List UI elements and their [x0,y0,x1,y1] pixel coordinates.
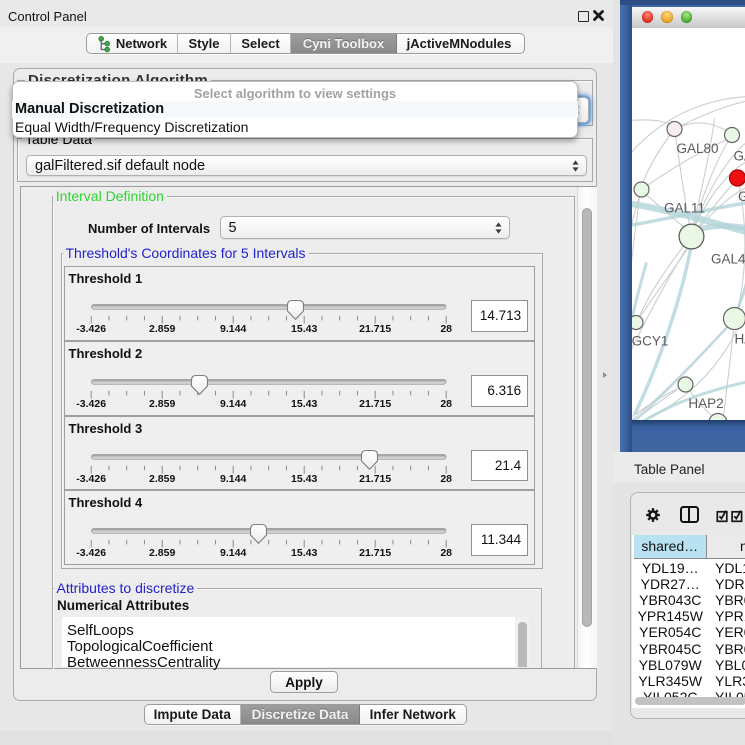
svg-text:-3.426: -3.426 [76,323,106,335]
svg-text:28: 28 [440,473,452,485]
svg-text:2.859: 2.859 [149,473,175,485]
svg-text:15.43: 15.43 [291,398,317,410]
svg-text:21.715: 21.715 [359,473,391,485]
svg-text:2.859: 2.859 [149,323,175,335]
svg-text:HAP2: HAP2 [688,396,723,411]
svg-text:9.144: 9.144 [220,323,246,335]
svg-text:GA: GA [733,148,745,163]
svg-text:2.859: 2.859 [149,547,175,559]
svg-text:GCY1: GCY1 [632,333,668,348]
svg-text:21.715: 21.715 [359,323,391,335]
svg-text:9.144: 9.144 [220,547,246,559]
svg-text:-3.426: -3.426 [76,547,106,559]
svg-text:HAP1: HAP1 [734,331,745,346]
svg-text:28: 28 [440,398,452,410]
svg-text:28: 28 [440,323,452,335]
svg-text:21.715: 21.715 [359,398,391,410]
svg-text:2.859: 2.859 [149,398,175,410]
svg-text:GC: GC [738,189,745,204]
svg-text:9.144: 9.144 [220,473,246,485]
svg-text:GAL80: GAL80 [676,141,718,156]
svg-text:15.43: 15.43 [291,547,317,559]
svg-text:-3.426: -3.426 [76,473,106,485]
svg-text:21.715: 21.715 [359,547,391,559]
svg-text:GAL4: GAL4 [711,251,745,266]
svg-text:GAL11: GAL11 [664,200,705,215]
svg-text:15.43: 15.43 [291,473,317,485]
svg-text:9.144: 9.144 [220,398,246,410]
svg-text:28: 28 [440,547,452,559]
svg-text:-3.426: -3.426 [76,398,106,410]
svg-text:15.43: 15.43 [291,323,317,335]
